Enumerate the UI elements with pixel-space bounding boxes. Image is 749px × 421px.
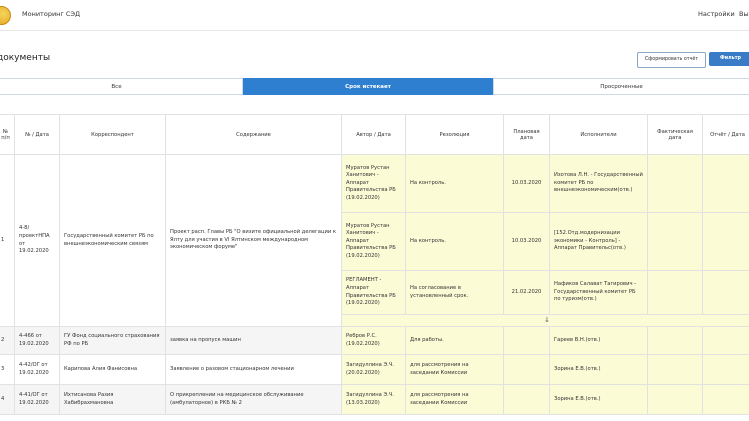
cell-num: 1 [0,154,15,327]
top-navbar: Мониторинг СЭД Настройки Вы [0,0,749,31]
cell-planned [503,354,550,385]
cell-executors: Гареев В.Н.(отв.) [549,326,648,355]
table-header-row: № п/п № / Дата Корреспондент Содержание … [0,114,749,155]
cell-report [702,384,749,415]
status-tabs: Все Срок истекает Просроченные [0,78,749,95]
cell-report [702,154,749,213]
col-header-report[interactable]: Отчёт / Дата [702,114,749,155]
cell-num: 4 [0,384,15,415]
tab-all[interactable]: Все [0,78,243,95]
page-title: документы [0,53,51,63]
cell-resolution: для рассмотрения на заседании Комиссии [405,384,504,415]
cell-correspondent: Карипова Алия Фанисовна [59,354,166,385]
table-row[interactable]: 3 4-42/ОГ от 19.02.2020 Карипова Алия Фа… [0,354,749,385]
cell-content: Заявление о разовом стационарном лечении [165,354,342,385]
col-header-author[interactable]: Автор / Дата [341,114,406,155]
cell-resolution: На контроль. [405,154,504,213]
cell-correspondent: Ихтисанова Разия Хабибрахмановна [59,384,166,415]
nav-settings-link[interactable]: Настройки [698,10,735,18]
cell-resolution: На согласование в установленный срок. [405,270,504,315]
cell-num: 2 [0,326,15,355]
table-row[interactable]: 2 4-466 от 19.02.2020 ГУ Фонд социальног… [0,326,749,355]
col-header-planned[interactable]: Плановая дата [503,114,550,155]
cell-reg: 4-41/ОГ от 19.02.2020 [14,384,60,415]
cell-planned: 10.03.2020 [503,154,550,213]
cell-author: Ребров Р.С. (19.02.2020) [341,326,406,355]
cell-executors: Зорина Е.В.(отв.) [549,354,648,385]
table-row[interactable]: 4 4-41/ОГ от 19.02.2020 Ихтисанова Разия… [0,384,749,415]
cell-actual [647,326,703,355]
cell-executors: Нафиков Салават Тагирович - Государствен… [549,270,648,315]
cell-reg: 4-42/ОГ от 19.02.2020 [14,354,60,385]
cell-actual [647,212,703,271]
col-header-content[interactable]: Содержание [165,114,342,155]
cell-author: РЕГЛАМЕНТ - Аппарат Правительства РБ (19… [341,270,406,315]
cell-content: Проект расп. Главы РБ "О визите официаль… [165,154,342,327]
tab-expiring[interactable]: Срок истекает [243,78,493,95]
cell-reg: 4-466 от 19.02.2020 [14,326,60,355]
cell-executors: Зорина Е.В.(отв.) [549,384,648,415]
col-header-resolution[interactable]: Резолюция [405,114,504,155]
cell-resolution: Для работы. [405,326,504,355]
tab-overdue[interactable]: Просроченные [493,78,749,95]
col-header-correspondent[interactable]: Корреспондент [59,114,166,155]
cell-actual [647,354,703,385]
cell-planned [503,384,550,415]
cell-executors: Изотова Л.Н. - Государственный комитет Р… [549,154,648,213]
col-header-actual[interactable]: Фактическая дата [647,114,703,155]
cell-resolution: На контроль. [405,212,504,271]
cell-author: Загидуллина Э.Ч. (20.02.2020) [341,354,406,385]
cell-reg: 4-8/ проектНПА от 19.02.2020 [14,154,60,327]
cell-correspondent: ГУ Фонд социального страхования РФ по РБ [59,326,166,355]
cell-planned: 10.03.2020 [503,212,550,271]
cell-author: Муратов Рустан Ханитович - Аппарат Прави… [341,154,406,213]
cell-planned [503,326,550,355]
cell-report [702,326,749,355]
cell-actual [647,270,703,315]
cell-report [702,354,749,385]
cell-content: заявка на пропуск машин [165,326,342,355]
cell-actual [647,154,703,213]
col-header-reg[interactable]: № / Дата [14,114,60,155]
app-title[interactable]: Мониторинг СЭД [22,10,80,18]
table-row[interactable]: 1 4-8/ проектНПА от 19.02.2020 Государст… [0,154,749,327]
logo-icon[interactable] [0,6,11,25]
generate-report-button[interactable]: Сформировать отчёт [637,52,706,68]
cell-content: О прикреплении на медицинское обслуживан… [165,384,342,415]
documents-table: № п/п № / Дата Корреспондент Содержание … [0,114,749,415]
cell-report [702,270,749,315]
col-header-num[interactable]: № п/п [0,114,15,155]
col-header-executors[interactable]: Исполнители [549,114,648,155]
nav-exit-link[interactable]: Вы [739,10,749,18]
cell-executors: [152.Отд.модернизации экономики - Контро… [549,212,648,271]
cell-resolution: для рассмотрения на заседании Комиссии [405,354,504,385]
cell-correspondent: Государственный комитет РБ по внешнеэкон… [59,154,166,327]
expand-arrow-icon[interactable]: ↓ [544,316,550,324]
cell-actual [647,384,703,415]
filter-button[interactable]: Фильтр [709,52,749,66]
cell-planned: 21.02.2020 [503,270,550,315]
cell-author: Муратов Рустан Ханитович - Аппарат Прави… [341,212,406,271]
cell-report [702,212,749,271]
cell-num: 3 [0,354,15,385]
cell-author: Загидуллина Э.Ч. (13.03.2020) [341,384,406,415]
